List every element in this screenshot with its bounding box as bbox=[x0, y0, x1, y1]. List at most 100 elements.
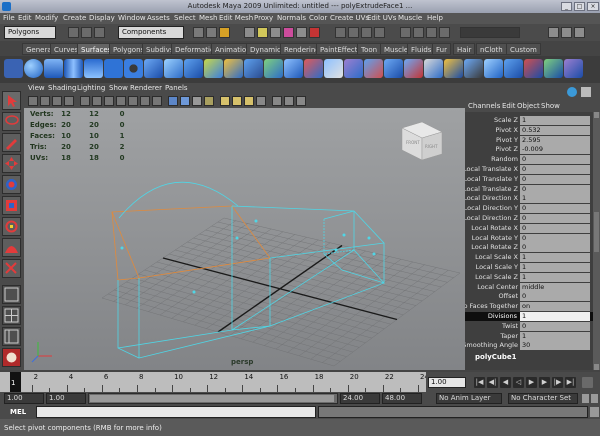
channel-menu-edit[interactable]: Edit bbox=[502, 102, 516, 110]
snap-curve-icon[interactable] bbox=[348, 27, 359, 38]
smooth-shade-icon[interactable] bbox=[180, 96, 190, 106]
channel-value-field[interactable]: 0 bbox=[520, 233, 590, 243]
step-back-frame-button[interactable]: ◀ bbox=[500, 377, 511, 388]
wireframe-on-shaded-icon[interactable] bbox=[192, 96, 202, 106]
menu-edit-mesh[interactable]: Edit Mesh bbox=[219, 14, 253, 22]
channel-value-field[interactable]: 0 bbox=[520, 184, 590, 194]
snap-grid-icon[interactable] bbox=[335, 27, 346, 38]
menu-create[interactable]: Create bbox=[63, 14, 86, 22]
shelf-tab-hair[interactable]: Hair bbox=[453, 43, 476, 55]
layer-editor-toggle-icon[interactable] bbox=[581, 87, 591, 97]
menu-normals[interactable]: Normals bbox=[277, 14, 306, 22]
persp-outliner-layout-icon[interactable] bbox=[2, 327, 21, 346]
panel-menu-panels[interactable]: Panels bbox=[165, 84, 188, 92]
channel-value-field[interactable]: 1 bbox=[520, 272, 590, 282]
scale-tool-icon[interactable] bbox=[2, 196, 21, 215]
nurbs-cone-icon[interactable] bbox=[84, 59, 103, 78]
object-mode-icon[interactable] bbox=[206, 27, 217, 38]
channel-row[interactable]: Taper 1 bbox=[465, 331, 593, 341]
safe-action-icon[interactable] bbox=[140, 96, 150, 106]
ipr-render-icon[interactable] bbox=[426, 27, 437, 38]
play-backward-button[interactable]: ◁ bbox=[513, 377, 524, 388]
safe-title-icon[interactable] bbox=[152, 96, 162, 106]
channel-value-field[interactable]: 1 bbox=[520, 312, 590, 321]
reverse-direction-icon[interactable] bbox=[524, 59, 543, 78]
menu-edit[interactable]: Edit bbox=[18, 14, 32, 22]
minimize-button[interactable]: _ bbox=[561, 2, 572, 11]
shelf-menu-icon[interactable] bbox=[4, 59, 23, 78]
boundary-icon[interactable] bbox=[244, 59, 263, 78]
channel-row[interactable]: Random 0 bbox=[465, 155, 593, 165]
use-default-material-icon[interactable] bbox=[220, 96, 230, 106]
intersect-icon[interactable] bbox=[304, 59, 323, 78]
channel-row[interactable]: Pivot X 0.532 bbox=[465, 125, 593, 135]
go-to-start-button[interactable]: |◀ bbox=[474, 377, 485, 388]
extruded-cube-wireframe[interactable] bbox=[111, 181, 385, 359]
channel-row[interactable]: Local Center middle bbox=[465, 282, 593, 292]
select-tool-icon[interactable] bbox=[2, 91, 21, 110]
channel-box-toggle-icon[interactable] bbox=[567, 87, 577, 97]
animation-prefs-icon[interactable] bbox=[582, 377, 593, 388]
panel-menu-renderer[interactable]: Renderer bbox=[130, 84, 162, 92]
four-view-layout-icon[interactable] bbox=[2, 306, 21, 325]
square-surface-icon[interactable] bbox=[264, 59, 283, 78]
rotate-tool-icon[interactable] bbox=[2, 175, 21, 194]
wireframe-icon[interactable] bbox=[168, 96, 178, 106]
snap-plane-icon[interactable] bbox=[374, 27, 385, 38]
channel-row[interactable]: Offset 0 bbox=[465, 292, 593, 302]
open-close-icon[interactable] bbox=[444, 59, 463, 78]
channel-value-field[interactable]: 30 bbox=[520, 341, 590, 351]
go-to-end-button[interactable]: ▶| bbox=[565, 377, 576, 388]
menu-help[interactable]: Help bbox=[427, 14, 443, 22]
hq-rendering-icon[interactable] bbox=[296, 96, 306, 106]
selection-mode-dropdown[interactable]: Components bbox=[118, 26, 184, 39]
current-time-field[interactable]: 1.00 bbox=[428, 377, 466, 388]
channel-menu-object[interactable]: Object bbox=[517, 102, 540, 110]
trim-tool-icon[interactable] bbox=[344, 59, 363, 78]
current-frame-marker[interactable]: 1 bbox=[10, 372, 21, 392]
channel-value-field[interactable]: 0 bbox=[520, 204, 590, 214]
attach-surfaces-icon[interactable] bbox=[384, 59, 403, 78]
scroll-up-arrow-icon[interactable] bbox=[594, 112, 599, 118]
channel-box-icon[interactable] bbox=[574, 27, 585, 38]
open-scene-icon[interactable] bbox=[81, 27, 92, 38]
film-gate-icon[interactable] bbox=[92, 96, 102, 106]
range-slider[interactable] bbox=[88, 393, 338, 404]
history-node-name[interactable]: polyCube1 bbox=[475, 353, 517, 361]
auto-key-icon[interactable] bbox=[591, 394, 598, 403]
shelf-tab-fur[interactable]: Fur bbox=[432, 43, 451, 55]
channel-menu-channels[interactable]: Channels bbox=[468, 102, 500, 110]
character-set-dropdown[interactable]: No Character Set bbox=[508, 393, 578, 404]
isolate-select-icon[interactable] bbox=[272, 96, 282, 106]
menu-proxy[interactable]: Proxy bbox=[254, 14, 273, 22]
channel-value-field[interactable]: 0 bbox=[520, 165, 590, 174]
move-tool-icon[interactable] bbox=[2, 154, 21, 173]
resolution-gate-icon[interactable] bbox=[104, 96, 114, 106]
channel-row[interactable]: Local Direction Y0 bbox=[465, 204, 593, 214]
maya-mascot-icon[interactable] bbox=[2, 348, 21, 367]
channel-row[interactable]: Divisions 1 bbox=[465, 312, 593, 321]
tool-settings-icon[interactable] bbox=[561, 27, 572, 38]
insert-isoparm-icon[interactable] bbox=[464, 59, 483, 78]
menu-mesh[interactable]: Mesh bbox=[199, 14, 217, 22]
channel-value-field[interactable]: 1 bbox=[520, 194, 590, 204]
snap-point-icon[interactable] bbox=[361, 27, 372, 38]
nurbs-cylinder-icon[interactable] bbox=[64, 59, 83, 78]
attribute-editor-icon[interactable] bbox=[548, 27, 559, 38]
play-forward-button[interactable]: ▶ bbox=[526, 377, 537, 388]
nurbs-sphere-icon[interactable] bbox=[24, 59, 43, 78]
universal-manipulator-icon[interactable] bbox=[2, 217, 21, 236]
history-icon[interactable] bbox=[400, 27, 411, 38]
channel-row[interactable]: Local Rotate Z0 bbox=[465, 243, 593, 253]
nurbs-torus-icon[interactable] bbox=[124, 59, 143, 78]
channel-row[interactable]: Local Rotate X0 bbox=[465, 223, 593, 233]
menu-select[interactable]: Select bbox=[174, 14, 196, 22]
channel-value-field[interactable]: 0 bbox=[520, 223, 590, 233]
time-slider-track[interactable]: 2 4 6 8 10 12 14 16 18 20 22 24 bbox=[0, 372, 429, 392]
show-manipulator-icon[interactable] bbox=[2, 259, 21, 278]
time-slider[interactable]: 2 4 6 8 10 12 14 16 18 20 22 24 bbox=[0, 372, 429, 392]
menu-window[interactable]: Window bbox=[118, 14, 146, 22]
paint-select-tool-icon[interactable] bbox=[2, 133, 21, 152]
detach-surfaces-icon[interactable] bbox=[404, 59, 423, 78]
nurbs-cube-icon[interactable] bbox=[44, 59, 63, 78]
